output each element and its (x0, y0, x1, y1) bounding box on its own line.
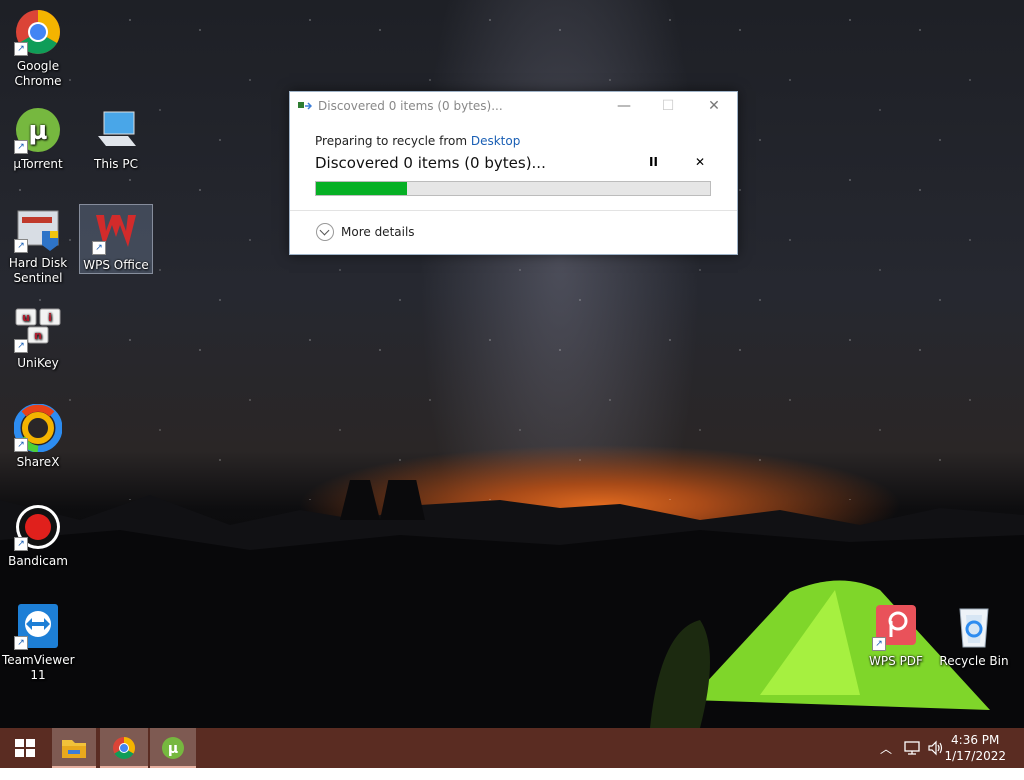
desktop-icon-unikey[interactable]: u in ↗ UniKey (2, 305, 74, 371)
shortcut-arrow-icon: ↗ (872, 637, 886, 651)
operation-status: Discovered 0 items (0 bytes)... (315, 154, 546, 172)
volume-icon[interactable] (927, 739, 945, 779)
file-explorer-icon (62, 740, 86, 758)
dialog-divider (290, 210, 737, 211)
desktop[interactable]: ↗ Google Chrome µ ↗ µTorrent This PC ↗ H… (0, 0, 1024, 728)
shortcut-arrow-icon: ↗ (14, 537, 28, 551)
desktop-icon-wps-office[interactable]: ↗ WPS Office (79, 204, 153, 274)
desktop-icon-label: Recycle Bin (939, 654, 1009, 668)
taskbar-file-explorer[interactable] (52, 728, 96, 768)
svg-text:µ: µ (168, 741, 178, 757)
svg-text:µ: µ (28, 116, 47, 146)
utorrent-icon: µ (162, 737, 184, 759)
desktop-icon-label: WPS Office (83, 258, 149, 272)
more-details-toggle[interactable]: More details (316, 223, 415, 241)
desktop-icon-wps-pdf[interactable]: ↗ WPS PDF (860, 603, 932, 669)
dialog-title-bar[interactable]: Discovered 0 items (0 bytes)... — ☐ ✕ (290, 92, 737, 121)
clock-date: 1/17/2022 (944, 749, 1006, 763)
close-button[interactable]: ✕ (696, 95, 732, 117)
desktop-icon-bandicam[interactable]: ↗ Bandicam (2, 503, 74, 569)
desktop-icon-utorrent[interactable]: µ ↗ µTorrent (2, 106, 74, 172)
maximize-button: ☐ (661, 98, 675, 114)
operation-description: Preparing to recycle from Desktop (315, 134, 520, 148)
chevron-down-icon (316, 223, 334, 241)
hard-disk-icon: ↗ (14, 205, 62, 253)
network-icon[interactable] (903, 739, 921, 779)
desktop-icon-label: Hard Disk Sentinel (8, 256, 68, 285)
shortcut-arrow-icon: ↗ (14, 140, 28, 154)
taskbar-chrome[interactable] (100, 728, 148, 768)
svg-text:i: i (48, 311, 52, 324)
taskbar: µ ︿ 4:36 PM 1/17/2022 (0, 728, 1024, 768)
pause-button[interactable]: II (649, 155, 658, 169)
operation-prefix: Preparing to recycle from (315, 134, 471, 148)
recycle-progress-dialog[interactable]: Discovered 0 items (0 bytes)... — ☐ ✕ Pr… (289, 91, 738, 255)
start-button[interactable] (0, 728, 50, 768)
more-details-label: More details (341, 225, 415, 239)
wps-office-icon: ↗ (92, 207, 140, 255)
desktop-icon-label: TeamViewer 11 (2, 653, 75, 682)
computer-icon (92, 106, 140, 154)
chrome-icon (113, 737, 135, 759)
svg-text:u: u (22, 311, 30, 324)
shortcut-arrow-icon: ↗ (14, 42, 28, 56)
minimize-button[interactable]: — (606, 95, 642, 117)
recycle-bin-icon (950, 603, 998, 651)
file-operation-icon (298, 102, 312, 110)
windows-logo-icon (15, 739, 35, 757)
desktop-icon-hard-disk-sentinel[interactable]: ↗ Hard Disk Sentinel (2, 205, 74, 286)
svg-text:n: n (34, 329, 42, 342)
shortcut-arrow-icon: ↗ (14, 239, 28, 253)
bandicam-icon: ↗ (14, 503, 62, 551)
wps-pdf-icon: ↗ (872, 603, 920, 651)
progress-bar (315, 181, 711, 196)
taskbar-utorrent[interactable]: µ (150, 728, 196, 768)
desktop-icon-chrome[interactable]: ↗ Google Chrome (2, 8, 74, 89)
chrome-icon: ↗ (14, 8, 62, 56)
shortcut-arrow-icon: ↗ (14, 339, 28, 353)
show-hidden-icons-button[interactable]: ︿ (880, 740, 892, 780)
sharex-icon: ↗ (13, 403, 63, 453)
desktop-icon-label: This PC (94, 157, 138, 171)
dialog-title: Discovered 0 items (0 bytes)... (318, 99, 503, 113)
desktop-icon-this-pc[interactable]: This PC (80, 106, 152, 172)
desktop-icon-label: WPS PDF (869, 654, 923, 668)
teamviewer-icon: ↗ (14, 602, 62, 650)
shortcut-arrow-icon: ↗ (14, 636, 28, 650)
desktop-icon-sharex[interactable]: ↗ ShareX (2, 403, 74, 470)
source-folder-link[interactable]: Desktop (471, 134, 521, 148)
desktop-icon-label: UniKey (17, 356, 59, 370)
desktop-icon-label: ShareX (16, 455, 60, 469)
shortcut-arrow-icon: ↗ (14, 438, 28, 452)
desktop-icon-label: µTorrent (13, 157, 63, 171)
desktop-icon-recycle-bin[interactable]: Recycle Bin (938, 603, 1010, 669)
utorrent-icon: µ ↗ (14, 106, 62, 154)
desktop-icon-label: Bandicam (8, 554, 68, 568)
progress-bar-fill (316, 182, 407, 195)
clock-time: 4:36 PM (951, 733, 1000, 747)
desktop-icon-label: Google Chrome (14, 59, 62, 88)
unikey-icon: u in ↗ (14, 305, 62, 353)
clock[interactable]: 4:36 PM 1/17/2022 (944, 732, 1006, 764)
cancel-operation-button[interactable]: ✕ (695, 155, 705, 169)
desktop-icon-teamviewer[interactable]: ↗ TeamViewer 11 (2, 602, 75, 683)
shortcut-arrow-icon: ↗ (92, 241, 106, 255)
